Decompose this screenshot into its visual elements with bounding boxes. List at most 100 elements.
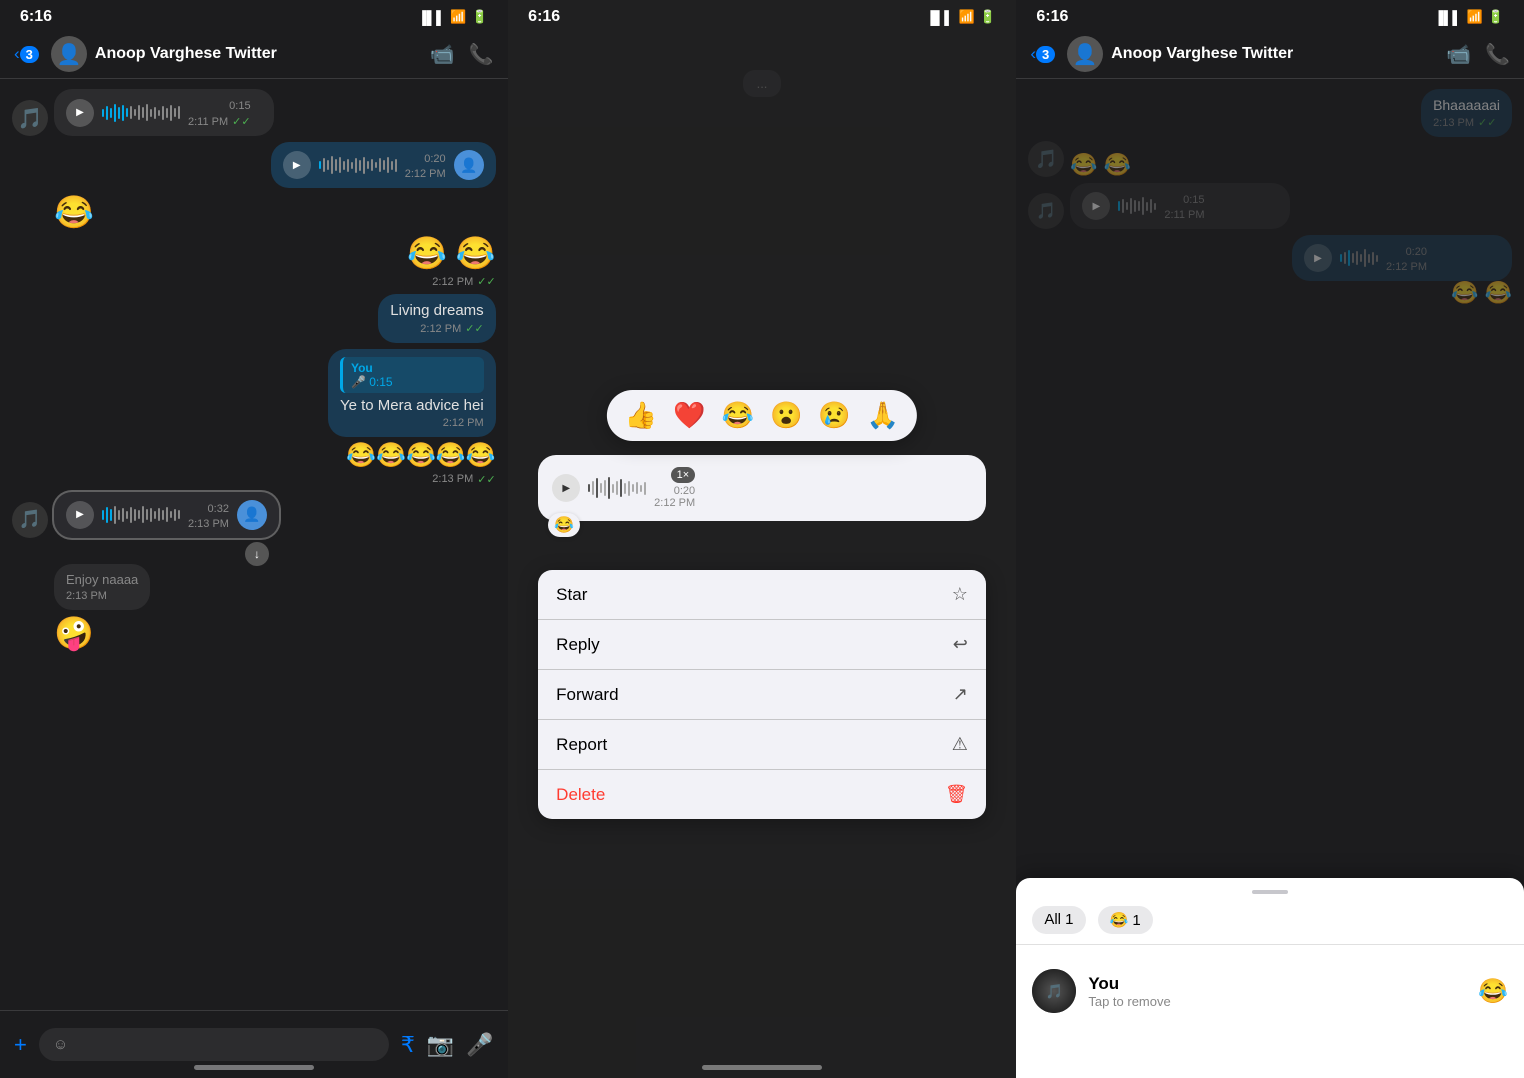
chevron-left-icon: ‹ bbox=[14, 44, 20, 64]
highlighted-voice-message[interactable]: ▶ 0:32 2:13 PM 👤 bbox=[54, 492, 279, 538]
reply-quote: You 🎤 0:15 bbox=[340, 357, 484, 393]
featured-voice-message: ▶ 1× 0:20 2:12 PM 😂 bbox=[538, 455, 986, 521]
nav-bar-3: ‹ 3 👤 Anoop Varghese Twitter 📹 📞 bbox=[1016, 30, 1524, 79]
avatar-letter: 🎵 bbox=[1032, 969, 1076, 1013]
panel-context-menu: 6:16 ▐▌▌ 📶 🔋 ... 👍 ❤️ 😂 😮 😢 🙏 ▶ 1× 0:2 bbox=[508, 0, 1016, 1078]
blurred-text: ... bbox=[743, 70, 782, 97]
msg-row: 😂😂😂😂😂 2:13 PM ✓✓ bbox=[12, 443, 496, 485]
user-subtext[interactable]: Tap to remove bbox=[1088, 994, 1466, 1009]
phone-call-icon-3[interactable]: 📞 bbox=[1485, 42, 1510, 67]
reaction-list-sheet: All 1 😂 1 🎵 You Tap to remove 😂 bbox=[1016, 878, 1524, 1078]
chat-area-1: 🎵 ▶ 0:15 2:11 PM ✓✓ ▶ bbox=[0, 79, 508, 1017]
user-reaction-emoji: 😂 bbox=[1478, 977, 1508, 1006]
voice-meta-bg: 0:15 2:11 PM bbox=[1164, 191, 1204, 221]
panel-reactions: 6:16 ▐▌▌ 📶 🔋 ‹ 3 👤 Anoop Varghese Twitte… bbox=[1016, 0, 1524, 1078]
user-avatar: 🎵 bbox=[1032, 969, 1076, 1013]
rupee-icon[interactable]: ₹ bbox=[401, 1032, 415, 1058]
tab-laugh-label: 😂 1 bbox=[1110, 912, 1141, 929]
time-label: 2:12 PM bbox=[340, 417, 484, 429]
sheet-tabs: All 1 😂 1 bbox=[1016, 906, 1524, 945]
reaction-surprised[interactable]: 😮 bbox=[770, 400, 802, 431]
emoji-reaction-picker[interactable]: 👍 ❤️ 😂 😮 😢 🙏 bbox=[607, 390, 917, 441]
play-button-context[interactable]: ▶ bbox=[552, 474, 580, 502]
report-icon: ⚠ bbox=[952, 734, 968, 755]
text-message[interactable]: Enjoy naaaa 2:13 PM bbox=[54, 564, 150, 610]
video-call-icon[interactable]: 📹 bbox=[430, 42, 455, 67]
reaction-laugh[interactable]: 😂 bbox=[722, 400, 754, 431]
reaction-heart[interactable]: ❤️ bbox=[673, 400, 705, 431]
signal-icon: ▐▌▌ bbox=[1434, 10, 1462, 25]
menu-item-forward[interactable]: Forward ↗ bbox=[538, 670, 986, 720]
voice-meta-out-bg: 0:20 2:12 PM bbox=[1386, 243, 1427, 273]
tab-all[interactable]: All 1 bbox=[1032, 906, 1085, 934]
video-call-icon-3[interactable]: 📹 bbox=[1446, 42, 1471, 67]
wifi-icon: 📶 bbox=[958, 9, 974, 25]
forward-icon: ↗ bbox=[953, 684, 968, 705]
msg-row: Enjoy naaaa 2:13 PM bbox=[12, 564, 496, 610]
time-label: 2:11 PM ✓✓ bbox=[188, 115, 251, 128]
speed-badge[interactable]: 1× bbox=[671, 467, 696, 483]
home-indicator-2 bbox=[702, 1065, 822, 1070]
phone-call-icon[interactable]: 📞 bbox=[469, 42, 494, 67]
message-text: Bhaaaaaai bbox=[1433, 97, 1500, 113]
voice-meta: 1× 0:20 2:12 PM bbox=[654, 467, 695, 509]
mic-icon[interactable]: 🎤 bbox=[466, 1032, 493, 1058]
play-btn-bg: ▶ bbox=[1082, 192, 1110, 220]
back-button-3[interactable]: ‹ 3 bbox=[1030, 44, 1059, 64]
msg-row: ▶ 0:20 2:12 PM 👤 bbox=[12, 142, 496, 188]
message-text: Ye to Mera advice hei bbox=[340, 397, 484, 414]
battery-icon: 🔋 bbox=[980, 9, 996, 25]
msg-row: 🎵 ▶ 0:15 2:11 PM ✓✓ bbox=[12, 89, 496, 136]
msg-row: 😂 😂 2:12 PM ✓✓ bbox=[12, 236, 496, 288]
emoji-message-bg: 😂 😂 bbox=[1070, 153, 1131, 177]
message-input[interactable]: ☺ bbox=[39, 1028, 389, 1061]
voice-bubble-context[interactable]: ▶ 1× 0:20 2:12 PM 😂 bbox=[538, 455, 986, 521]
waveform-bg bbox=[1118, 196, 1156, 216]
menu-item-report[interactable]: Report ⚠ bbox=[538, 720, 986, 770]
menu-label-report: Report bbox=[556, 735, 607, 755]
voice-msg-bg: ▶ 0:15 2:11 PM bbox=[1070, 183, 1290, 229]
background-chat: Bhaaaaaai 2:13 PM ✓✓ 🎵 😂 😂 🎵 ▶ 0:15 2:11… bbox=[1016, 79, 1524, 315]
time-label: 2:12 PM ✓✓ bbox=[432, 275, 495, 288]
menu-item-reply[interactable]: Reply ↩ bbox=[538, 620, 986, 670]
sheet-handle[interactable] bbox=[1252, 890, 1288, 894]
msg-row: Living dreams 2:12 PM ✓✓ bbox=[12, 294, 496, 343]
emoji-message-out: 😂 😂 bbox=[407, 236, 496, 271]
reply-message[interactable]: You 🎤 0:15 Ye to Mera advice hei 2:12 PM bbox=[328, 349, 496, 437]
emoji-message: 🤪 bbox=[54, 616, 94, 651]
play-button[interactable]: ▶ bbox=[66, 501, 94, 529]
scroll-down-button[interactable]: ↓ bbox=[245, 542, 269, 566]
sticker-icon[interactable]: ☺ bbox=[53, 1036, 68, 1053]
text-message-bg: Bhaaaaaai 2:13 PM ✓✓ bbox=[1421, 89, 1512, 137]
menu-item-star[interactable]: Star ☆ bbox=[538, 570, 986, 620]
user-info: You Tap to remove bbox=[1088, 974, 1466, 1009]
text-message-out[interactable]: Living dreams 2:12 PM ✓✓ bbox=[378, 294, 495, 343]
avatar bbox=[12, 616, 48, 652]
msg-row: 🎵 ▶ 0:15 2:11 PM bbox=[1028, 183, 1512, 229]
reaction-sad[interactable]: 😢 bbox=[818, 400, 850, 431]
tab-laugh[interactable]: 😂 1 bbox=[1098, 906, 1153, 934]
play-button[interactable]: ▶ bbox=[283, 151, 311, 179]
reply-sender: You bbox=[351, 361, 476, 375]
voice-message-out[interactable]: ▶ 0:20 2:12 PM 👤 bbox=[271, 142, 496, 188]
reaction-pray[interactable]: 🙏 bbox=[867, 400, 899, 431]
message-text: Enjoy naaaa bbox=[66, 572, 138, 587]
emoji-message: 😂 bbox=[54, 195, 94, 230]
camera-icon[interactable]: 📷 bbox=[427, 1032, 454, 1058]
voice-time: 2:12 PM bbox=[654, 497, 695, 509]
avatar: 🎵 bbox=[1028, 193, 1064, 229]
menu-item-delete[interactable]: Delete 🗑 bbox=[538, 770, 986, 819]
voice-message[interactable]: ▶ 0:15 2:11 PM ✓✓ bbox=[54, 89, 274, 136]
back-button-1[interactable]: ‹ 3 bbox=[14, 44, 43, 64]
msg-row: 🤪 bbox=[12, 616, 496, 652]
add-button[interactable]: + bbox=[14, 1032, 27, 1058]
duration-label: 0:15 bbox=[229, 100, 250, 112]
back-badge-1: 3 bbox=[20, 46, 39, 63]
play-btn-out-bg: ▶ bbox=[1304, 244, 1332, 272]
status-icons-1: ▐▌▌ 📶 🔋 bbox=[418, 9, 488, 25]
play-button[interactable]: ▶ bbox=[66, 99, 94, 127]
msg-row: 😂 😂 bbox=[1028, 281, 1512, 305]
chat-title-1: Anoop Varghese Twitter bbox=[95, 45, 430, 63]
reaction-thumbsup[interactable]: 👍 bbox=[625, 400, 657, 431]
time-label: 2:12 PM ✓✓ bbox=[390, 322, 483, 335]
